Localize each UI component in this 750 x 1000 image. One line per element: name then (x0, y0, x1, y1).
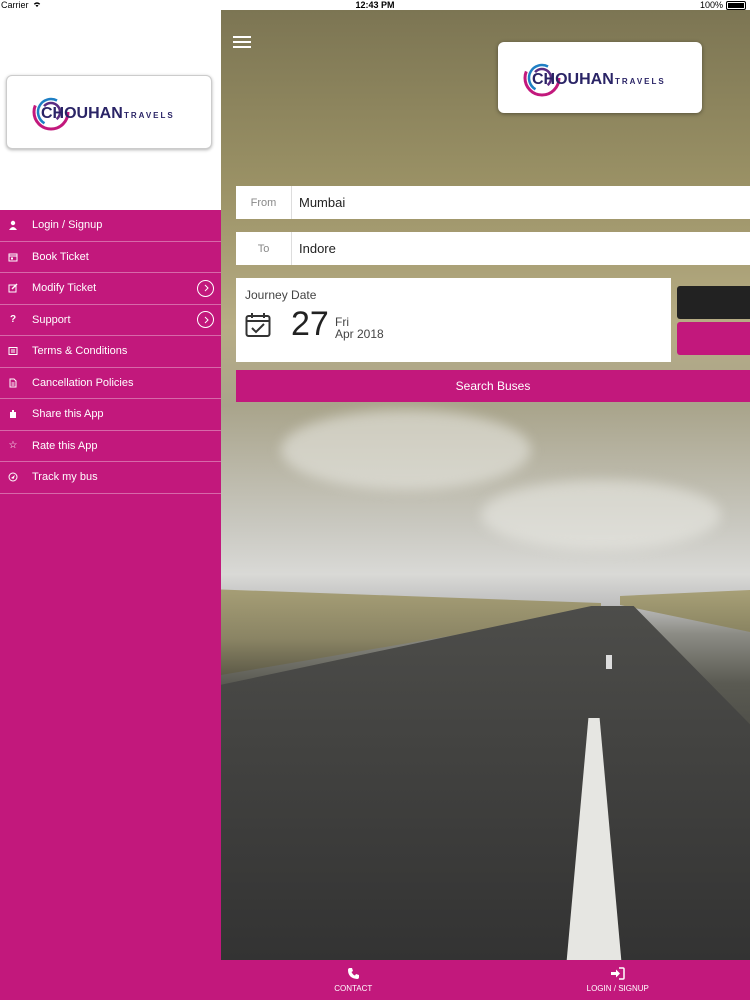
calendar-icon (7, 251, 19, 263)
menu-item-book-ticket[interactable]: Book Ticket (0, 242, 221, 273)
menu-item-terms[interactable]: Terms & Conditions (0, 336, 221, 368)
clock: 12:43 PM (355, 0, 395, 10)
main-screen: CHOUHAN TRAVELS From Mumbai To Indore Jo… (221, 10, 750, 1000)
document-icon (7, 345, 19, 357)
menu-label: Book Ticket (32, 250, 89, 263)
search-buses-button[interactable]: Search Buses (236, 370, 750, 402)
sidebar-logo: CHOUHAN TRAVELS (6, 75, 212, 149)
background-cloud (481, 480, 721, 550)
menu-item-modify-ticket[interactable]: Modify Ticket (0, 273, 221, 305)
logo-name: CHOUHAN (532, 71, 614, 88)
journey-date-label: Journey Date (245, 288, 317, 302)
journey-date-picker[interactable]: Journey Date 27 Fri Apr 2018 (236, 278, 671, 362)
drawer-menu: Login / Signup Book Ticket Modify Ticket… (0, 210, 221, 1000)
menu-item-cancellation[interactable]: Cancellation Policies (0, 368, 221, 399)
question-icon: ? (9, 314, 17, 326)
logo-name: CHOUHAN (41, 105, 123, 122)
menu-label: Support (32, 313, 71, 326)
sign-in-icon (610, 967, 625, 982)
menu-label: Cancellation Policies (32, 376, 134, 389)
to-field[interactable]: To Indore (236, 232, 750, 265)
logo-suffix: TRAVELS (124, 111, 175, 120)
menu-label: Share this App (32, 408, 104, 421)
date-option-button[interactable] (677, 322, 750, 355)
status-bar: Carrier 12:43 PM 100% (0, 0, 750, 10)
menu-item-track-bus[interactable]: Track my bus (0, 462, 221, 494)
date-day: 27 (291, 305, 329, 343)
phone-icon (347, 967, 360, 982)
menu-item-share-app[interactable]: Share this App (0, 399, 221, 431)
battery-icon (726, 0, 746, 10)
menu-label: Terms & Conditions (32, 345, 128, 358)
date-month-year: Apr 2018 (335, 327, 384, 341)
bottom-bar: CONTACT LOGIN / SIGNUP (221, 960, 750, 1000)
chevron-right-icon[interactable] (197, 279, 214, 297)
menu-icon[interactable] (233, 36, 251, 51)
from-field[interactable]: From Mumbai (236, 186, 750, 219)
menu-label: Rate this App (32, 439, 98, 452)
road-marking (606, 655, 612, 669)
menu-label: Modify Ticket (32, 282, 97, 295)
menu-item-login-signup[interactable]: Login / Signup (0, 210, 221, 242)
calendar-check-icon (245, 312, 271, 338)
from-input[interactable]: Mumbai (292, 195, 345, 210)
edit-icon (7, 282, 19, 294)
menu-item-support[interactable]: ? Support (0, 305, 221, 336)
to-input[interactable]: Indore (292, 241, 336, 256)
login-signup-label: LOGIN / SIGNUP (586, 984, 649, 993)
user-icon (7, 219, 19, 231)
chevron-right-icon[interactable] (197, 311, 214, 329)
share-icon (7, 408, 19, 420)
header-logo: CHOUHAN TRAVELS (498, 42, 702, 113)
file-icon (7, 377, 19, 389)
contact-label: CONTACT (334, 984, 373, 993)
location-icon (7, 471, 19, 483)
login-signup-button[interactable]: LOGIN / SIGNUP (486, 960, 750, 1000)
background-road (221, 606, 750, 1000)
menu-label: Track my bus (32, 471, 98, 484)
from-label: From (236, 186, 292, 219)
side-drawer: CHOUHAN TRAVELS Login / Signup Book Tick… (0, 10, 221, 1000)
contact-button[interactable]: CONTACT (221, 960, 486, 1000)
menu-label: Login / Signup (32, 219, 103, 232)
to-label: To (236, 232, 292, 265)
logo-suffix: TRAVELS (615, 77, 666, 86)
background-cloud (281, 410, 531, 490)
date-option-button[interactable] (677, 286, 750, 319)
menu-item-rate-app[interactable]: ☆ Rate this App (0, 431, 221, 462)
star-icon: ☆ (8, 440, 18, 452)
